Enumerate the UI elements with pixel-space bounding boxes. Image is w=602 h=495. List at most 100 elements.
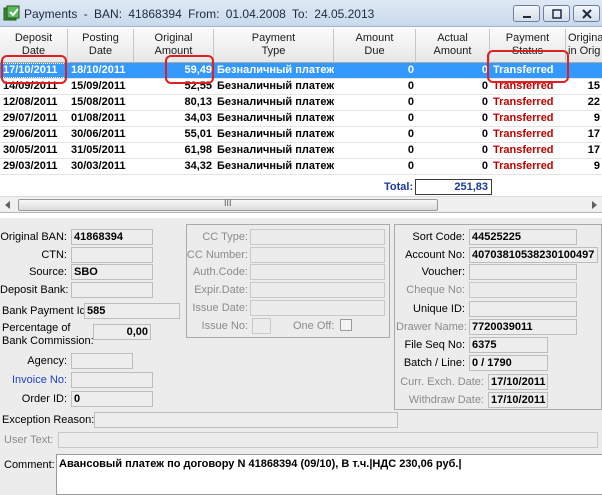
- minimize-icon: [522, 15, 531, 18]
- col-original-in-orig[interactable]: Original in Orig: [566, 29, 602, 63]
- sort-code-field[interactable]: 44525225: [469, 229, 577, 245]
- source-label: Source:: [29, 266, 67, 278]
- col-label: Original Amount: [154, 32, 193, 57]
- account-no-field[interactable]: 40703810538230100497: [469, 247, 598, 263]
- issue-date-field[interactable]: [250, 300, 385, 316]
- maximize-icon: [551, 8, 562, 19]
- expir-date-field[interactable]: [250, 282, 385, 298]
- percentage-field[interactable]: 0,00: [93, 324, 151, 340]
- cell-posting-date: 15/09/2011: [71, 80, 126, 92]
- horizontal-scrollbar[interactable]: III: [0, 196, 602, 213]
- col-payment-type[interactable]: Payment Type: [214, 29, 334, 63]
- one-off-label: One Off:: [293, 320, 335, 332]
- col-label: Amount Due: [355, 32, 394, 57]
- user-text-label: User Text:: [4, 434, 54, 446]
- cell-original-in-orig: 17: [587, 144, 600, 156]
- invoice-no-link[interactable]: Invoice No:: [0, 374, 67, 386]
- exception-reason-field[interactable]: [94, 412, 398, 428]
- agency-field[interactable]: [71, 353, 133, 369]
- col-actual-amount[interactable]: Actual Amount: [416, 29, 490, 63]
- unique-id-field[interactable]: [469, 301, 577, 317]
- col-posting-date[interactable]: Posting Date: [68, 29, 134, 63]
- cell-amount-due: 0: [407, 128, 414, 140]
- voucher-label: Voucher:: [421, 266, 465, 278]
- batch-line-field[interactable]: 0 / 1790: [469, 355, 548, 371]
- minimize-button[interactable]: [513, 5, 540, 22]
- col-label: Posting Date: [82, 32, 119, 57]
- bank-payment-id-field[interactable]: 585: [84, 303, 180, 319]
- cell-payment-type: Безналичный платеж: [217, 144, 334, 156]
- source-field[interactable]: SBO: [71, 264, 153, 280]
- cell-posting-date: 30/03/2011: [71, 160, 126, 172]
- cell-actual-amount: 0: [481, 64, 488, 76]
- cell-actual-amount: 0: [481, 112, 488, 124]
- drawer-name-field[interactable]: 7720039011: [469, 319, 577, 335]
- order-id-field[interactable]: 0: [71, 391, 153, 407]
- voucher-field[interactable]: [469, 264, 577, 280]
- cc-type-field[interactable]: [250, 229, 385, 245]
- cell-payment-type: Безналичный платеж: [217, 128, 334, 140]
- cell-payment-status: Transferred: [493, 96, 554, 108]
- comment-field[interactable]: Авансовый платеж по договору N 41868394 …: [56, 454, 602, 495]
- cell-payment-type: Безналичный платеж: [217, 112, 334, 124]
- withdraw-date-field[interactable]: 17/10/2011: [488, 392, 548, 408]
- cell-payment-type: Безналичный платеж: [217, 64, 334, 76]
- cell-amount-due: 0: [407, 80, 414, 92]
- file-seq-no-field[interactable]: 6375: [469, 337, 548, 353]
- cell-original-in-orig: 22: [587, 96, 600, 108]
- cell-original-amount: 80,13: [184, 96, 212, 108]
- deposit-bank-field[interactable]: [71, 282, 153, 298]
- table-row[interactable]: 12/08/2011 15/08/2011 80,13 Безналичный пла…: [0, 95, 602, 111]
- issue-date-label: Issue Date:: [192, 302, 248, 314]
- ctn-field[interactable]: [71, 247, 153, 263]
- cell-payment-status: Transferred: [493, 160, 554, 172]
- col-amount-due[interactable]: Amount Due: [334, 29, 416, 63]
- cell-original-in-orig: 15: [587, 80, 600, 92]
- cell-original-amount: 55,01: [184, 128, 212, 140]
- cc-number-field[interactable]: [250, 247, 385, 263]
- cell-original-in-orig: [566, 63, 602, 79]
- table-row[interactable]: 29/07/2011 01/08/2011 34,03 Безналичный пла…: [0, 111, 602, 127]
- cell-original-in-orig: 9: [593, 112, 600, 124]
- title-bar: Payments - BAN: 41868394 From: 01.04.200…: [0, 0, 602, 27]
- close-button[interactable]: [573, 5, 600, 22]
- auth-code-field[interactable]: [250, 264, 385, 280]
- account-no-label: Account No:: [405, 249, 465, 261]
- app-icon: [3, 5, 20, 21]
- user-text-field[interactable]: [58, 432, 598, 448]
- agency-label: Agency:: [27, 355, 67, 367]
- original-ban-field[interactable]: 41868394: [71, 229, 153, 245]
- cc-type-label: CC Type:: [202, 231, 248, 243]
- curr-exch-date-field[interactable]: 17/10/2011: [488, 374, 548, 390]
- table-row[interactable]: 30/05/2011 31/05/2011 61,98 Безналичный пла…: [0, 143, 602, 159]
- scroll-grip: III: [224, 198, 232, 208]
- cheque-no-field[interactable]: [469, 282, 577, 298]
- total-value: 251,83: [415, 179, 492, 195]
- unique-id-label: Unique ID:: [413, 303, 465, 315]
- close-icon: [581, 8, 592, 19]
- invoice-no-field[interactable]: [71, 372, 153, 388]
- cheque-no-label: Cheque No:: [406, 284, 465, 296]
- one-off-checkbox[interactable]: [340, 319, 352, 331]
- ctn-label: CTN:: [41, 249, 67, 261]
- maximize-button[interactable]: [543, 5, 570, 22]
- cell-payment-type: Безналичный платеж: [217, 160, 334, 172]
- deposit-bank-label: Deposit Bank:: [0, 284, 69, 296]
- table-row[interactable]: 29/06/2011 30/06/2011 55,01 Безналичный пла…: [0, 127, 602, 143]
- cell-payment-type: Безналичный платеж: [217, 96, 334, 108]
- scroll-left-icon[interactable]: [3, 200, 13, 210]
- cell-original-amount: 34,03: [184, 112, 212, 124]
- drawer-name-label: Drawer Name:: [396, 321, 467, 333]
- annotation-status: [487, 50, 569, 83]
- cell-amount-due: 0: [407, 64, 414, 76]
- percentage-label: Percentage of: [2, 322, 71, 334]
- auth-code-label: Auth.Code:: [192, 266, 248, 278]
- scroll-thumb[interactable]: III: [18, 198, 438, 211]
- cell-deposit-date: 29/06/2011: [3, 128, 58, 140]
- scroll-right-icon[interactable]: [589, 200, 599, 210]
- bank-commission-label: Bank Commission:: [2, 335, 94, 347]
- expir-date-label: Expir.Date:: [194, 284, 248, 296]
- original-ban-label: Original BAN:: [0, 231, 67, 243]
- issue-no-field[interactable]: [252, 318, 271, 334]
- table-row[interactable]: 29/03/2011 30/03/2011 34,32 Безналичный пла…: [0, 159, 602, 175]
